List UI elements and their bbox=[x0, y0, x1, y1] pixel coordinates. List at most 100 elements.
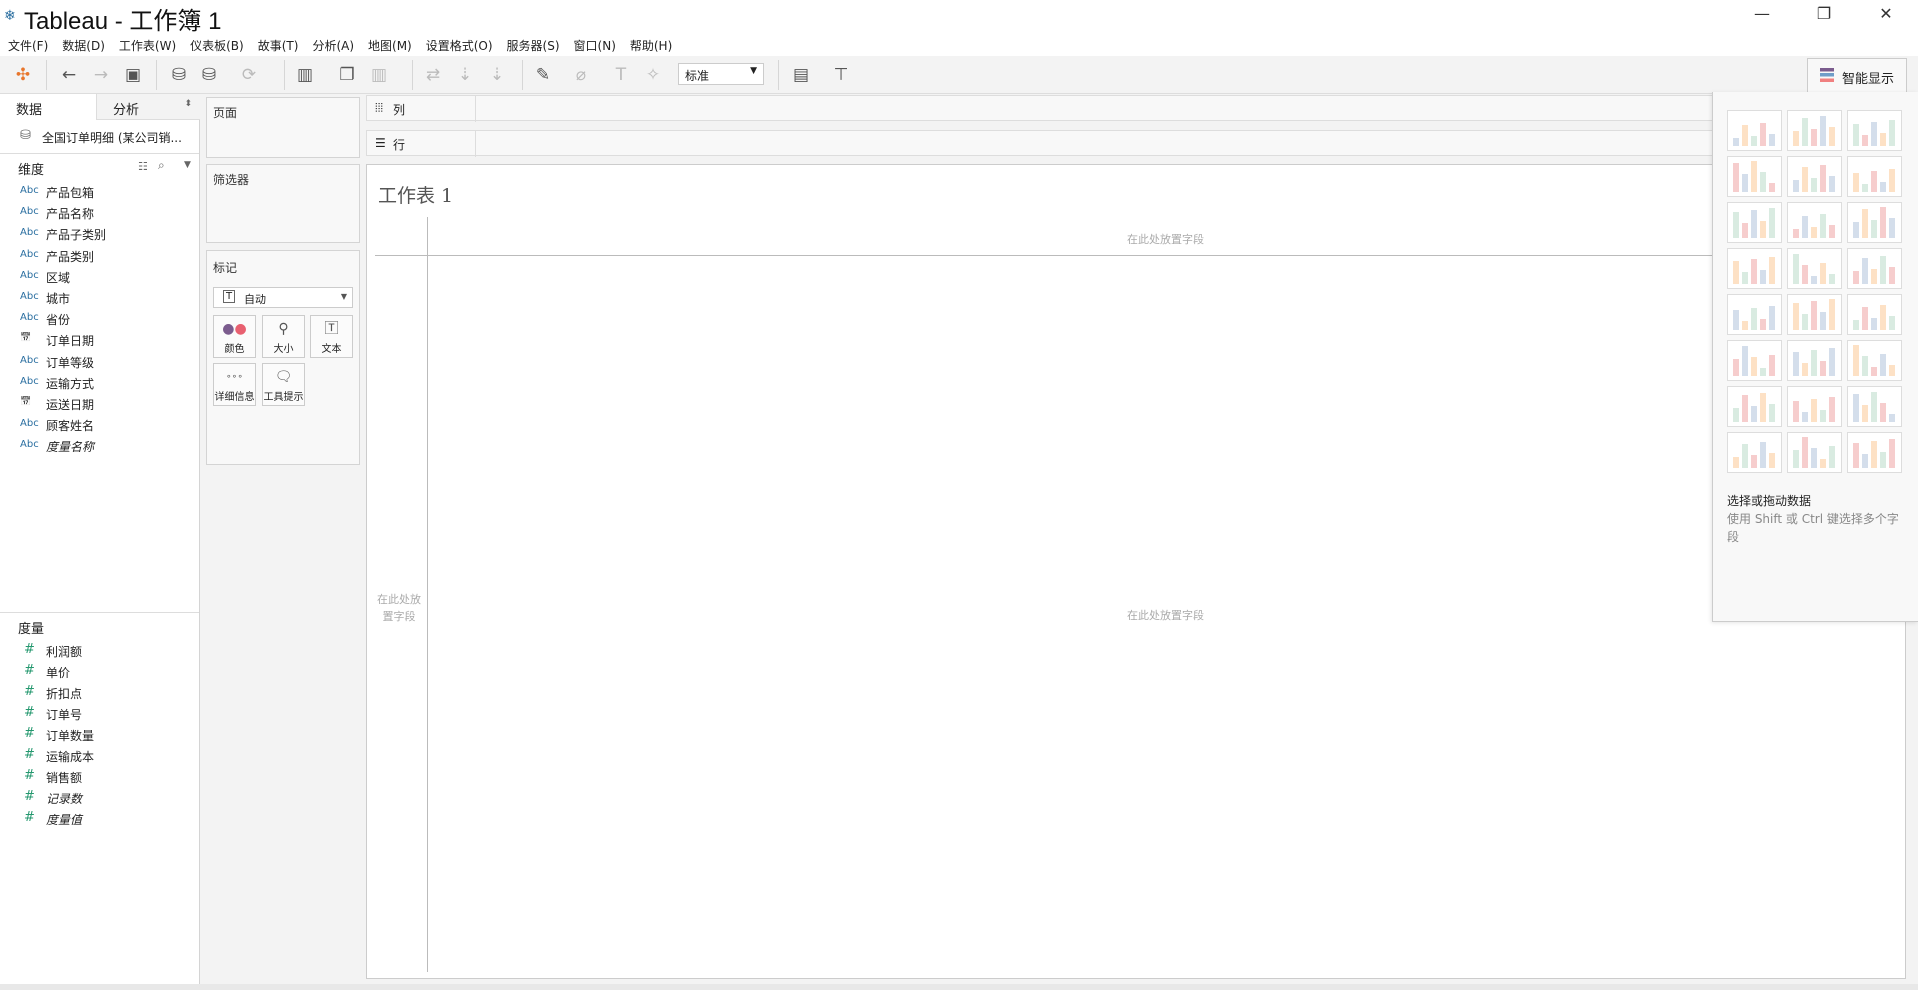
chart-side-by-side-bars-icon[interactable] bbox=[1847, 202, 1902, 243]
dimension-field[interactable]: Abc 顾客姓名 bbox=[0, 415, 199, 436]
view-list-icon[interactable]: ☷ bbox=[138, 160, 148, 173]
fit-select[interactable]: 标准 ▼ bbox=[678, 63, 764, 85]
menu-help[interactable]: 帮助(H) bbox=[628, 34, 680, 56]
pin-icon[interactable]: ✧ bbox=[642, 64, 664, 86]
row-drop-zone[interactable]: 在此处放置字段 bbox=[377, 591, 421, 625]
dimension-field[interactable]: 📅 订单日期 bbox=[0, 330, 199, 351]
column-drop-zone[interactable]: 在此处放置字段 bbox=[1127, 231, 1204, 247]
chart-symbol-map-icon[interactable] bbox=[1727, 156, 1782, 197]
rows-shelf[interactable]: ☰ 行 bbox=[366, 130, 1918, 157]
save-icon[interactable]: ▣ bbox=[122, 64, 144, 86]
chart-highlight-table-icon[interactable] bbox=[1847, 110, 1902, 151]
tab-data[interactable]: 数据 bbox=[0, 94, 96, 120]
smart-show-tab[interactable]: 智能显示 bbox=[1807, 58, 1907, 94]
pages-card[interactable]: 页面 bbox=[206, 97, 360, 158]
measure-field[interactable]: # 订单数量 bbox=[0, 725, 199, 746]
chart-histogram-icon[interactable] bbox=[1787, 386, 1842, 427]
menu-map[interactable]: 地图(M) bbox=[366, 34, 420, 56]
show-cards-icon[interactable]: ▤ bbox=[790, 64, 812, 86]
columns-shelf[interactable]: ⦙⦙⦙ 列 bbox=[366, 95, 1918, 122]
chart-gantt-chart-icon[interactable] bbox=[1727, 432, 1782, 473]
measure-field[interactable]: # 折扣点 bbox=[0, 683, 199, 704]
chart-dual-lines-icon[interactable] bbox=[1847, 294, 1902, 335]
color-button[interactable]: ●● 颜色 bbox=[213, 315, 256, 358]
dimension-field[interactable]: Abc 产品子类别 bbox=[0, 224, 199, 245]
menu-server[interactable]: 服务器(S) bbox=[505, 34, 568, 56]
swap-icon[interactable]: ⇄ bbox=[422, 64, 444, 86]
detail-button[interactable]: ∘∘∘ 详细信息 bbox=[213, 363, 256, 406]
chart-bullet-graph-icon[interactable] bbox=[1787, 432, 1842, 473]
menu-data[interactable]: 数据(D) bbox=[60, 34, 113, 56]
show-labels-icon[interactable]: T bbox=[610, 64, 632, 86]
dimension-field[interactable]: Abc 城市 bbox=[0, 288, 199, 309]
chart-pie-chart-icon[interactable] bbox=[1847, 156, 1902, 197]
measure-field[interactable]: # 运输成本 bbox=[0, 746, 199, 767]
highlight-icon[interactable]: ✎ bbox=[532, 64, 554, 86]
dimension-field[interactable]: Abc 度量名称 bbox=[0, 436, 199, 457]
new-datasource-icon[interactable]: ⛁ bbox=[168, 64, 190, 86]
redo-icon[interactable]: → bbox=[90, 64, 112, 86]
chart-continuous-lines-icon[interactable] bbox=[1727, 294, 1782, 335]
datasource-name[interactable]: 全国订单明细 (某公司销... bbox=[42, 129, 182, 146]
sort-ascending-icon[interactable]: ⇣ bbox=[454, 64, 476, 86]
menu-format[interactable]: 设置格式(O) bbox=[424, 34, 501, 56]
group-icon[interactable]: ⌀ bbox=[570, 64, 592, 86]
chart-circle-view-icon[interactable] bbox=[1787, 248, 1842, 289]
menu-file[interactable]: 文件(F) bbox=[6, 34, 56, 56]
mark-type-select[interactable]: T 自动 ▼ bbox=[213, 287, 353, 308]
refresh-icon[interactable]: ⟳ bbox=[238, 64, 260, 86]
view-drop-zone[interactable]: 在此处放置字段 bbox=[1127, 607, 1204, 623]
sort-descending-icon[interactable]: ⇣ bbox=[486, 64, 508, 86]
menu-story[interactable]: 故事(T) bbox=[256, 34, 307, 56]
measure-field[interactable]: # 销售额 bbox=[0, 767, 199, 788]
minimize-button[interactable]: — bbox=[1742, 4, 1782, 26]
presentation-mode-icon[interactable]: ⊤ bbox=[830, 64, 852, 86]
dimension-field[interactable]: 📅 运送日期 bbox=[0, 394, 199, 415]
dimension-field[interactable]: Abc 运输方式 bbox=[0, 373, 199, 394]
measure-field[interactable]: # 单价 bbox=[0, 662, 199, 683]
undo-icon[interactable]: ← bbox=[58, 64, 80, 86]
chart-filled-map-icon[interactable] bbox=[1787, 156, 1842, 197]
menu-window[interactable]: 窗口(N) bbox=[572, 34, 624, 56]
text-button[interactable]: 🅃 文本 bbox=[310, 315, 353, 358]
menu-worksheet[interactable]: 工作表(W) bbox=[117, 34, 184, 56]
dimension-field[interactable]: Abc 产品类别 bbox=[0, 246, 199, 267]
restore-button[interactable]: ❐ bbox=[1804, 4, 1844, 26]
chart-box-whisker-icon[interactable] bbox=[1847, 386, 1902, 427]
chart-area-continuous-icon[interactable] bbox=[1727, 340, 1782, 381]
clear-sheet-icon[interactable]: ▥ bbox=[368, 64, 390, 86]
dimension-field[interactable]: Abc 订单等级 bbox=[0, 352, 199, 373]
chart-packed-bubbles-icon[interactable] bbox=[1847, 432, 1902, 473]
dimension-field[interactable]: Abc 产品包箱 bbox=[0, 182, 199, 203]
chart-treemap-icon[interactable] bbox=[1727, 248, 1782, 289]
new-worksheet-icon[interactable]: ▥ bbox=[294, 64, 316, 86]
chevron-down-icon[interactable]: ▼ bbox=[184, 160, 191, 170]
chart-text-table-icon[interactable] bbox=[1727, 110, 1782, 151]
measure-field[interactable]: # 订单号 bbox=[0, 704, 199, 725]
tableau-home-icon[interactable]: ✣ bbox=[12, 64, 34, 86]
size-button[interactable]: ⚲ 大小 bbox=[262, 315, 305, 358]
tooltip-button[interactable]: 🗨 工具提示 bbox=[262, 363, 305, 406]
measure-field[interactable]: # 度量值 bbox=[0, 809, 199, 830]
chart-heat-map-icon[interactable] bbox=[1787, 110, 1842, 151]
chart-discrete-lines-icon[interactable] bbox=[1787, 294, 1842, 335]
filters-card[interactable]: 筛选器 bbox=[206, 164, 360, 243]
dimension-field[interactable]: Abc 产品名称 bbox=[0, 203, 199, 224]
measure-field[interactable]: # 利润额 bbox=[0, 641, 199, 662]
chart-dual-combination-icon[interactable] bbox=[1847, 340, 1902, 381]
dimension-field[interactable]: Abc 省份 bbox=[0, 309, 199, 330]
close-button[interactable]: ✕ bbox=[1866, 4, 1906, 26]
chart-scatter-plot-icon[interactable] bbox=[1727, 386, 1782, 427]
measure-field[interactable]: # 记录数 bbox=[0, 788, 199, 809]
search-icon[interactable]: ⌕ bbox=[158, 158, 165, 173]
chart-horizontal-bars-icon[interactable] bbox=[1727, 202, 1782, 243]
dimension-field[interactable]: Abc 区域 bbox=[0, 267, 199, 288]
duplicate-sheet-icon[interactable]: ❐ bbox=[336, 64, 358, 86]
chart-area-discrete-icon[interactable] bbox=[1787, 340, 1842, 381]
tab-analysis[interactable]: 分析 ⬍ bbox=[96, 94, 200, 120]
menu-analysis[interactable]: 分析(A) bbox=[310, 34, 362, 56]
chart-stacked-bars-icon[interactable] bbox=[1787, 202, 1842, 243]
menu-dashboard[interactable]: 仪表板(B) bbox=[188, 34, 252, 56]
chart-side-by-side-circles-icon[interactable] bbox=[1847, 248, 1902, 289]
pause-updates-icon[interactable]: ⛁ bbox=[198, 64, 220, 86]
